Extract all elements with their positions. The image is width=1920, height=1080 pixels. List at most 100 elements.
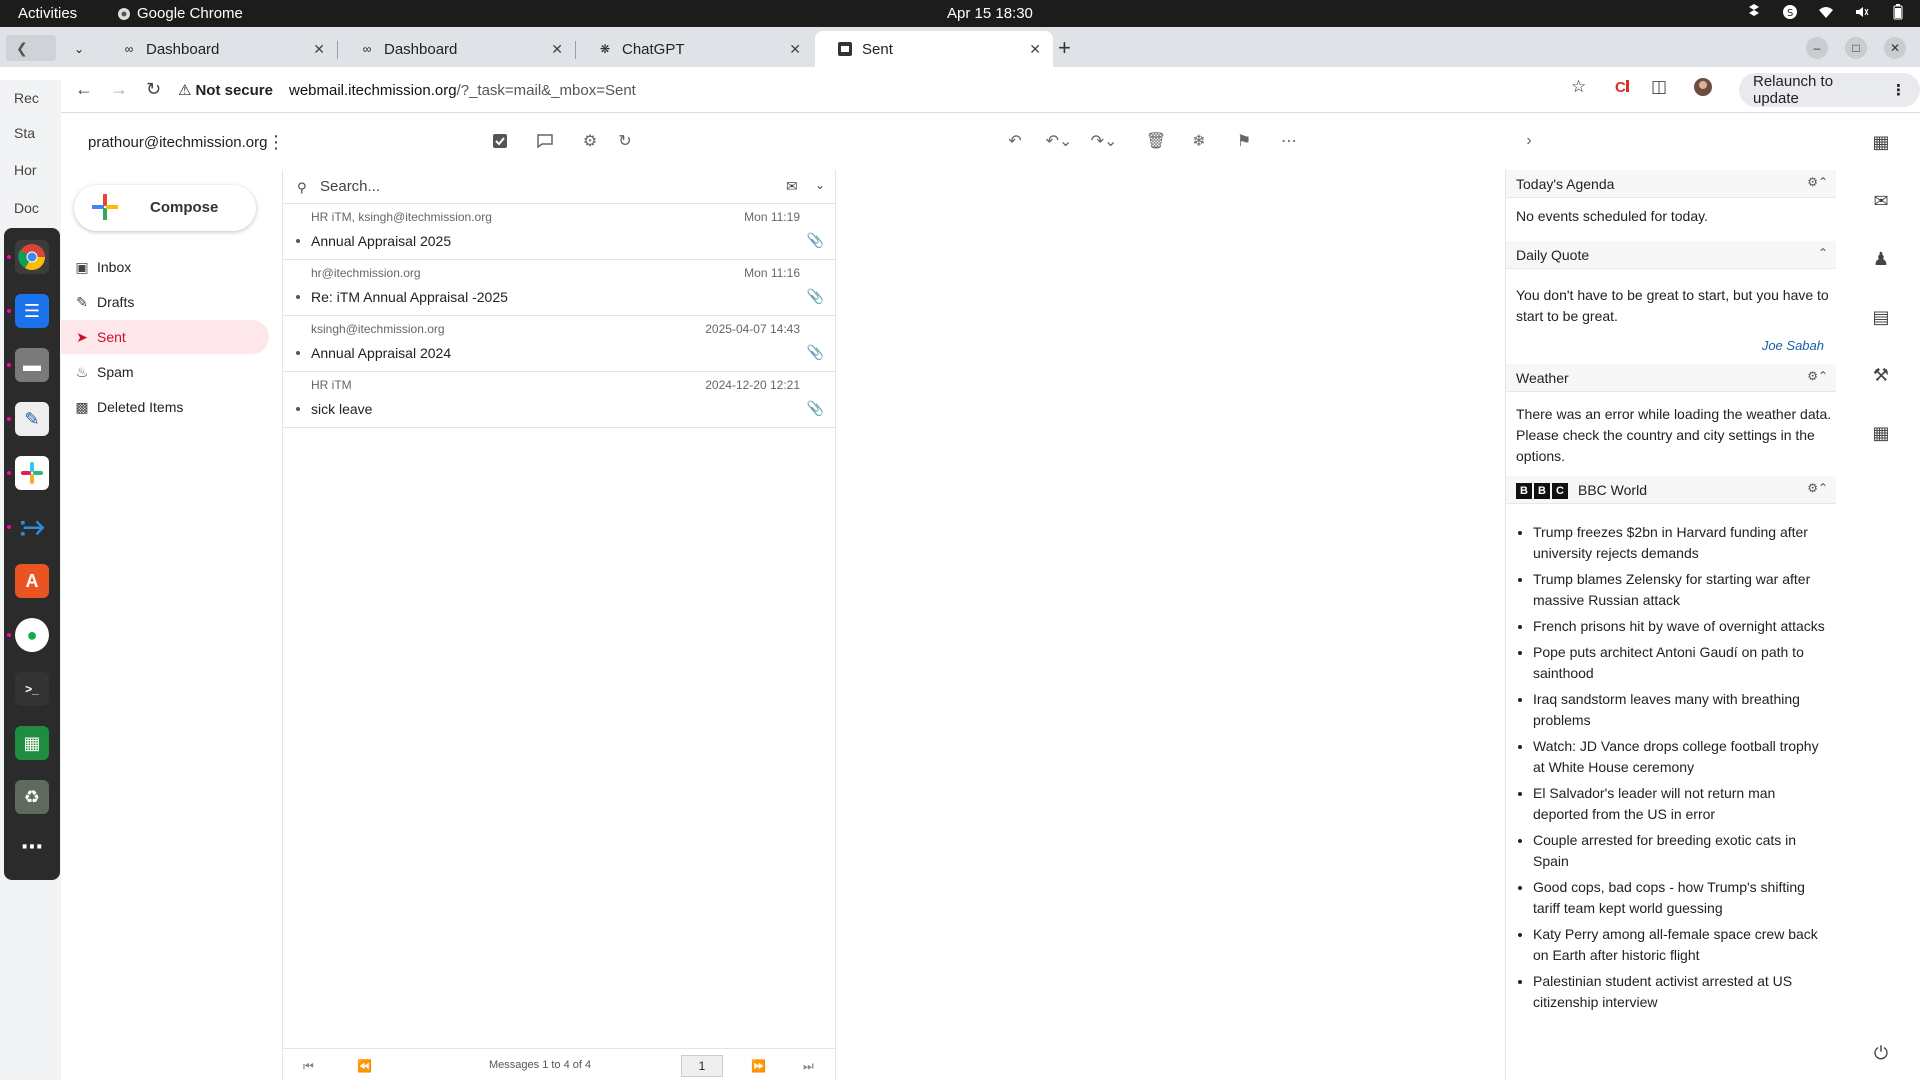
forward-arrow-icon[interactable]: → (110, 79, 128, 100)
warning-icon[interactable]: ⚠ (178, 81, 191, 99)
refresh-icon[interactable]: ↻ (614, 130, 636, 152)
news-item[interactable]: Palestinian student activist arrested at… (1533, 971, 1833, 1013)
skype-icon[interactable]: S (1782, 4, 1798, 20)
activities-button[interactable]: Activities (18, 5, 77, 22)
envelope-icon[interactable]: ✉ (786, 178, 798, 195)
page-number-input[interactable]: 1 (681, 1055, 723, 1077)
text-editor-dock-icon[interactable]: ✎ (15, 402, 49, 436)
minimize-button[interactable]: – (1806, 37, 1828, 59)
side-panel-item[interactable]: Rec (14, 90, 39, 106)
reply-all-icon[interactable]: ↶⌄ (1046, 130, 1073, 152)
bookmark-star-icon[interactable]: ☆ (1571, 77, 1586, 97)
battery-icon[interactable] (1890, 4, 1906, 20)
slack-dock-icon[interactable] (15, 456, 49, 490)
relaunch-button[interactable]: Relaunch to update ⋮ (1739, 73, 1920, 107)
prev-page-icon[interactable]: ⏪ (357, 1059, 372, 1073)
thread-icon[interactable] (534, 130, 556, 152)
tab-chatgpt[interactable]: ❋ ChatGPT ✕ (575, 31, 813, 67)
back-history-button[interactable]: ❮ (6, 35, 56, 61)
folder-drafts[interactable]: ✎ Drafts (61, 285, 269, 319)
side-panel-item[interactable]: Doc (14, 200, 39, 216)
mongodb-dock-icon[interactable]: ● (15, 618, 49, 652)
news-item[interactable]: Couple arrested for breeding exotic cats… (1533, 830, 1833, 872)
news-item[interactable]: Trump freezes $2bn in Harvard funding af… (1533, 522, 1833, 564)
tab-dashboard-2[interactable]: ∞ Dashboard ✕ (337, 31, 575, 67)
fire-icon[interactable]: ❄ (1188, 130, 1210, 152)
close-icon[interactable]: ✕ (551, 41, 563, 58)
tag-icon[interactable]: ⚑ (1233, 130, 1255, 152)
security-label[interactable]: Not secure (195, 82, 273, 99)
close-window-button[interactable]: ✕ (1884, 37, 1906, 59)
news-item[interactable]: Watch: JD Vance drops college football t… (1533, 736, 1833, 778)
chevron-down-icon[interactable]: ⌄ (815, 178, 825, 192)
files-dock-icon[interactable]: ▬ (15, 348, 49, 382)
trash-icon[interactable]: 🗑 (1145, 130, 1167, 152)
close-icon[interactable]: ✕ (789, 41, 801, 58)
news-item[interactable]: Trump blames Zelensky for starting war a… (1533, 569, 1833, 611)
trash-dock-icon[interactable]: ♻ (15, 780, 49, 814)
more-icon[interactable]: ⋯ (1278, 130, 1300, 152)
search-bar[interactable]: ⚲ Search... ✉ ⌄ (283, 170, 836, 204)
news-item[interactable]: Iraq sandstorm leaves many with breathin… (1533, 689, 1833, 731)
vscode-dock-icon[interactable]: ⧴ (15, 510, 49, 544)
account-email[interactable]: prathour@itechmission.org (88, 134, 267, 151)
wrench-icon[interactable]: ⚒ (1870, 364, 1892, 386)
app-center-dock-icon[interactable]: A (15, 564, 49, 598)
account-menu-icon[interactable]: ⋮ (267, 132, 285, 153)
news-item[interactable]: French prisons hit by wave of overnight … (1533, 616, 1833, 637)
power-icon[interactable]: ⏻ (1870, 1042, 1892, 1064)
folder-inbox[interactable]: ▣ Inbox (61, 250, 269, 284)
extensions-puzzle-icon[interactable]: ◫ (1651, 77, 1667, 97)
sheets-dock-icon[interactable]: ▦ (15, 726, 49, 760)
tab-sent[interactable]: Sent ✕ (815, 31, 1053, 67)
search-input[interactable]: Search... (320, 178, 380, 195)
tab-search-button[interactable]: ⌄ (66, 36, 92, 62)
folder-deleted[interactable]: ▩ Deleted Items (61, 390, 269, 424)
reply-icon[interactable]: ↶ (1004, 130, 1026, 152)
message-row[interactable]: ksingh@itechmission.org 2025-04-07 14:43… (283, 316, 836, 372)
side-panel-item[interactable]: Sta (14, 125, 35, 141)
message-row[interactable]: hr@itechmission.org Mon 11:16 Re: iTM An… (283, 260, 836, 316)
show-apps-grid-icon[interactable]: ⋯ (15, 830, 49, 864)
gear-icon[interactable]: ⚙⌃ (1807, 481, 1828, 495)
reload-icon[interactable]: ↻ (146, 79, 161, 100)
side-panel-item[interactable]: Hor (14, 162, 37, 178)
news-item[interactable]: Pope puts architect Antoni Gaudí on path… (1533, 642, 1833, 684)
first-page-icon[interactable]: ⏮ (303, 1059, 314, 1074)
forward-icon[interactable]: ↷⌄ (1091, 130, 1118, 152)
system-tray[interactable]: S (1746, 4, 1906, 20)
news-item[interactable]: Katy Perry among all-female space crew b… (1533, 924, 1833, 966)
maximize-button[interactable]: □ (1845, 37, 1867, 59)
chevron-right-icon[interactable]: › (1518, 130, 1540, 152)
next-page-icon[interactable]: ⏩ (751, 1059, 766, 1073)
gear-icon[interactable]: ⚙⌃ (1807, 369, 1828, 383)
folder-sent[interactable]: ➤ Sent (61, 320, 269, 354)
tab-dashboard-1[interactable]: ∞ Dashboard ✕ (99, 31, 337, 67)
close-icon[interactable]: ✕ (1029, 41, 1041, 58)
news-item[interactable]: El Salvador's leader will not return man… (1533, 783, 1833, 825)
wifi-icon[interactable] (1818, 4, 1834, 20)
avatar[interactable] (1693, 77, 1713, 97)
compose-button[interactable]: Compose (74, 185, 256, 231)
extension-c-icon[interactable]: C (1614, 77, 1632, 95)
select-checkbox-icon[interactable] (489, 130, 511, 152)
app-menu[interactable]: Google Chrome (117, 5, 243, 22)
dropbox-icon[interactable] (1746, 4, 1762, 20)
news-item[interactable]: Good cops, bad cops - how Trump's shifti… (1533, 877, 1833, 919)
volume-icon[interactable] (1854, 4, 1870, 20)
last-page-icon[interactable]: ⏭ (803, 1059, 814, 1074)
contacts-icon[interactable]: ♟ (1870, 248, 1892, 270)
docs-dock-icon[interactable]: ☰ (15, 294, 49, 328)
clock[interactable]: Apr 15 18:30 (947, 5, 1033, 22)
url-field[interactable]: ⚠ Not secure webmail.itechmission.org/?_… (178, 73, 1648, 107)
kebab-menu-icon[interactable]: ⋮ (1891, 81, 1906, 99)
message-row[interactable]: HR iTM 2024-12-20 12:21 sick leave 📎 (283, 372, 836, 428)
mail-icon[interactable]: ✉ (1870, 190, 1892, 212)
back-arrow-icon[interactable]: ← (75, 79, 93, 100)
terminal-dock-icon[interactable]: >_ (15, 672, 49, 706)
calendar-icon[interactable]: ▤ (1870, 306, 1892, 328)
chevron-up-icon[interactable]: ⌃ (1818, 246, 1828, 260)
gear-icon[interactable]: ⚙⌃ (1807, 175, 1828, 189)
layout-toggle-icon[interactable]: ▦ (1870, 131, 1892, 153)
new-tab-button[interactable]: + (1058, 35, 1071, 61)
